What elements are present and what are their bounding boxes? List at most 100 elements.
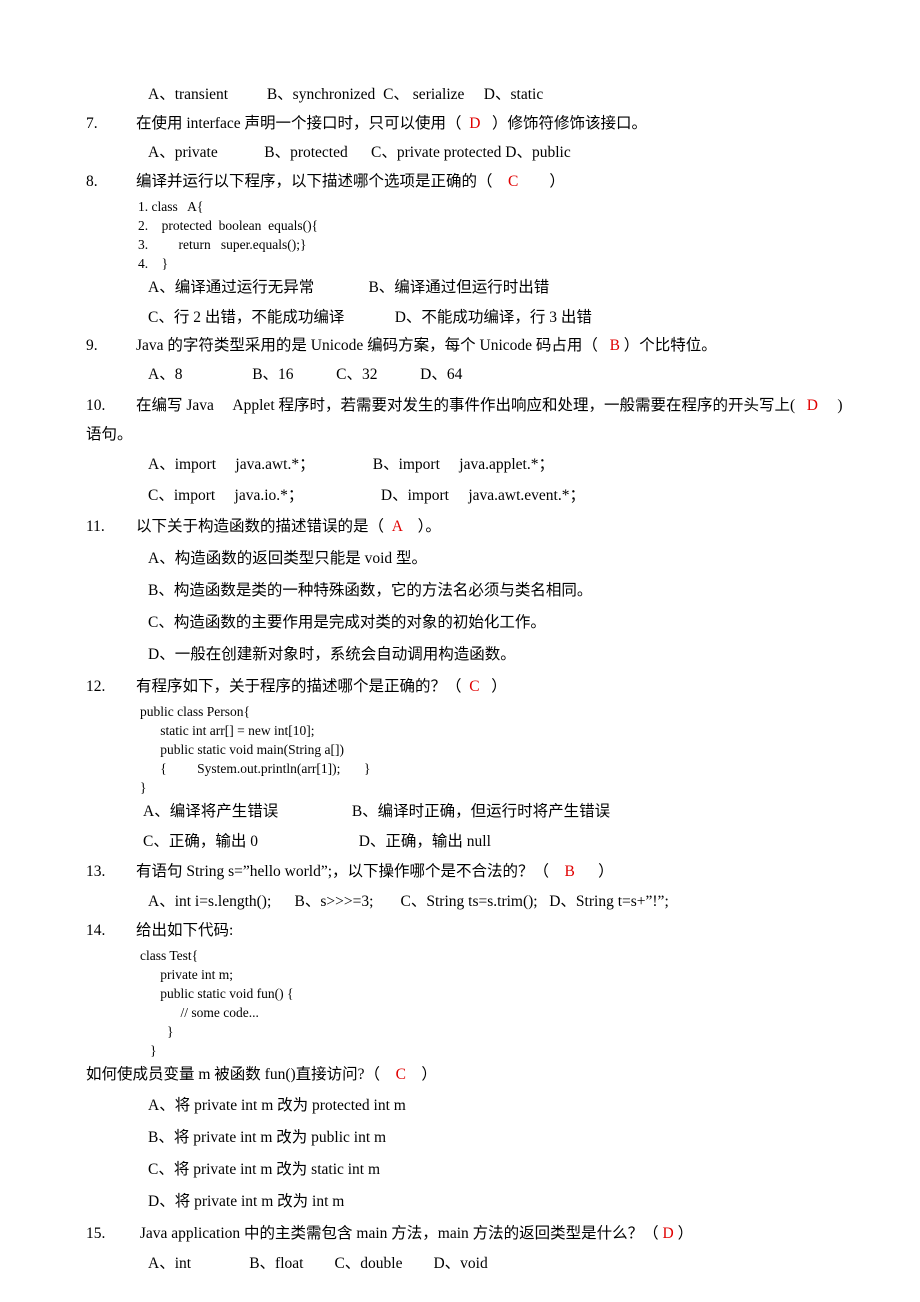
question-14: 14. 给出如下代码: class Test{ private int m; pu… <box>86 916 895 1218</box>
stem-text: 给出如下代码: <box>136 922 234 939</box>
question-8-code: 1. class A{ 2. protected boolean equals(… <box>113 197 895 273</box>
code-line-4: { System.out.println(arr[1]); } <box>140 761 371 776</box>
answer-mark: B <box>564 863 575 880</box>
stem-text: 以下关于构造函数的描述错误的是（ <box>136 518 385 535</box>
stem-text-tail: ） <box>677 1225 694 1242</box>
option-a: A、编译通过运行无异常 <box>148 279 315 296</box>
question-15: 15. Java application 中的主类需包含 main 方法，mai… <box>86 1218 895 1278</box>
question-number: 11. <box>86 518 105 535</box>
question-15-options: A、int B、float C、double D、void <box>113 1250 895 1278</box>
answer-mark: C <box>508 173 519 190</box>
question-number: 15. <box>86 1225 106 1242</box>
option-c: C、正确，输出 0 <box>143 833 258 850</box>
answer-mark: C <box>395 1066 406 1083</box>
option-b: B、编译通过但运行时出错 <box>368 279 550 296</box>
question-number: 7. <box>86 115 98 132</box>
option-b: B、16 <box>252 366 294 383</box>
question-10-options-row-1: A、import java.awt.*； B、import java.apple… <box>113 449 895 480</box>
option-a: A、编译将产生错误 <box>143 803 279 820</box>
question-14-option-c: C、将 private int m 改为 static int m <box>148 1161 381 1178</box>
option-c: C、private protected <box>371 144 502 161</box>
option-b: B、float <box>249 1255 304 1272</box>
question-14-option-b: B、将 private int m 改为 public int m <box>148 1129 387 1146</box>
question-10: 10. 在编写 Java Applet 程序时，若需要对发生的事件作出响应和处理，… <box>86 390 895 511</box>
code-line-5: } <box>140 1024 174 1039</box>
stem-text-tail: ） <box>598 863 614 880</box>
code-line-3: 3. return super.equals();} <box>138 237 307 252</box>
question-8-stem: 8. 编译并运行以下程序，以下描述哪个选项是正确的（ C ） <box>86 167 895 197</box>
option-b: B、import java.applet.*； <box>372 456 554 473</box>
subquestion-text: 如何使成员变量 m 被函数 fun()直接访问?（ <box>86 1066 381 1083</box>
question-11: 11. 以下关于构造函数的描述错误的是（ A ）。 A、构造函数的返回类型只能是 … <box>86 511 895 671</box>
code-line-3: public static void main(String a[]) <box>140 742 344 757</box>
option-d: D、String t=s+”!”; <box>549 893 669 910</box>
question-10-stem: 10. 在编写 Java Applet 程序时，若需要对发生的事件作出响应和处理，… <box>86 390 895 421</box>
question-9-stem: 9. Java 的字符类型采用的是 Unicode 编码方案，每个 Unicode… <box>86 332 895 360</box>
option-d: D、void <box>433 1255 488 1272</box>
answer-mark: A <box>391 518 403 535</box>
option-b: B、s>>>=3; <box>294 893 374 910</box>
question-14-option-a: A、将 private int m 改为 protected int m <box>148 1097 406 1114</box>
question-12-stem: 12. 有程序如下，关于程序的描述哪个是正确的？（ C ） <box>86 671 895 702</box>
option-d: D、正确，输出 null <box>358 833 491 850</box>
question-8-options-row-1: A、编译通过运行无异常 B、编译通过但运行时出错 <box>113 273 895 303</box>
question-12-options-row-1: A、编译将产生错误 B、编译时正确，但运行时将产生错误 <box>113 797 895 826</box>
question-15-stem: 15. Java application 中的主类需包含 main 方法，mai… <box>86 1218 895 1250</box>
stem-text-tail: ) <box>837 397 843 414</box>
stem-text: 有语句 String s=”hello world”;，以下操作哪个是不合法的？… <box>136 863 550 880</box>
question-number: 8. <box>86 173 98 190</box>
answer-mark: D <box>662 1225 674 1242</box>
subquestion-text-tail: ） <box>421 1066 437 1083</box>
exam-page: A、transient B、synchronized C、 serialize … <box>0 0 920 1302</box>
stem-text-tail: ） <box>549 173 565 190</box>
stem-text: 编译并运行以下程序，以下描述哪个选项是正确的（ <box>136 173 493 190</box>
stem-text-tail: ）修饰符修饰该接口。 <box>492 115 648 132</box>
option-d: D、不能成功编译，行 3 出错 <box>394 309 592 326</box>
option-a: A、transient <box>148 86 229 103</box>
option-b: B、synchronized <box>266 86 376 103</box>
question-13: 13. 有语句 String s=”hello world”;，以下操作哪个是不合… <box>86 857 895 916</box>
question-12-options-row-2: C、正确，输出 0 D、正确，输出 null <box>113 826 895 857</box>
stem-text: 有程序如下，关于程序的描述哪个是正确的？（ <box>136 678 462 695</box>
code-line-1: public class Person{ <box>140 704 250 719</box>
question-14-stem: 14. 给出如下代码: <box>86 916 895 946</box>
option-d: D、import java.awt.event.*； <box>380 487 585 504</box>
question-11-option-d: D、一般在创建新对象时，系统会自动调用构造函数。 <box>148 646 516 663</box>
option-a: A、private <box>148 144 218 161</box>
code-line-3: public static void fun() { <box>140 986 294 1001</box>
code-line-1: 1. class A{ <box>138 199 204 214</box>
stem-text: Java 的字符类型采用的是 Unicode 编码方案，每个 Unicode 码… <box>136 337 598 354</box>
question-14-subquestion: 如何使成员变量 m 被函数 fun()直接访问?（ C ） <box>86 1060 895 1090</box>
question-9-options: A、8 B、16 C、32 D、64 <box>113 360 895 390</box>
stem-text: 在使用 interface 声明一个接口时，只可以使用（ <box>136 115 462 132</box>
question-number: 12. <box>86 678 106 695</box>
option-c: C、import java.io.*； <box>148 487 304 504</box>
question-12: 12. 有程序如下，关于程序的描述哪个是正确的？（ C ） public clas… <box>86 671 895 857</box>
code-line-4: // some code... <box>140 1005 259 1020</box>
option-c: C、32 <box>336 366 378 383</box>
option-b: B、protected <box>264 144 348 161</box>
question-11-option-a: A、构造函数的返回类型只能是 void 型。 <box>148 550 428 567</box>
question-8-options-row-2: C、行 2 出错，不能成功编译 D、不能成功编译，行 3 出错 <box>113 303 895 332</box>
question-11-stem: 11. 以下关于构造函数的描述错误的是（ A ）。 <box>86 511 895 543</box>
question-6-options-row: A、transient B、synchronized C、 serialize … <box>113 80 895 110</box>
question-7-stem: 7. 在使用 interface 声明一个接口时，只可以使用（ D ）修饰符修饰该… <box>86 110 895 138</box>
answer-mark: D <box>469 115 481 132</box>
question-8: 8. 编译并运行以下程序，以下描述哪个选项是正确的（ C ） 1. class A… <box>86 167 895 332</box>
question-7-options: A、private B、protected C、private protecte… <box>113 138 895 167</box>
question-14-option-d: D、将 private int m 改为 int m <box>148 1193 345 1210</box>
question-number: 9. <box>86 337 98 354</box>
code-line-6: } <box>140 1043 157 1058</box>
option-c: C、String ts=s.trim(); <box>400 893 538 910</box>
question-7: 7. 在使用 interface 声明一个接口时，只可以使用（ D ）修饰符修饰该… <box>86 110 895 167</box>
question-14-code: class Test{ private int m; public static… <box>113 946 895 1060</box>
question-13-options: A、int i=s.length(); B、s>>>=3; C、String t… <box>113 887 895 916</box>
stem-text: 在编写 Java Applet 程序时，若需要对发生的事件作出响应和处理，一般需… <box>136 397 796 414</box>
stem-text-tail: ）个比特位。 <box>623 337 717 354</box>
code-line-4: 4. } <box>138 256 169 271</box>
option-c: C、行 2 出错，不能成功编译 <box>148 309 345 326</box>
stem-text-tail: ）。 <box>417 518 441 535</box>
question-11-option-c: C、构造函数的主要作用是完成对类的对象的初始化工作。 <box>148 614 546 631</box>
question-12-code: public class Person{ static int arr[] = … <box>113 702 895 797</box>
answer-mark: B <box>609 337 620 354</box>
